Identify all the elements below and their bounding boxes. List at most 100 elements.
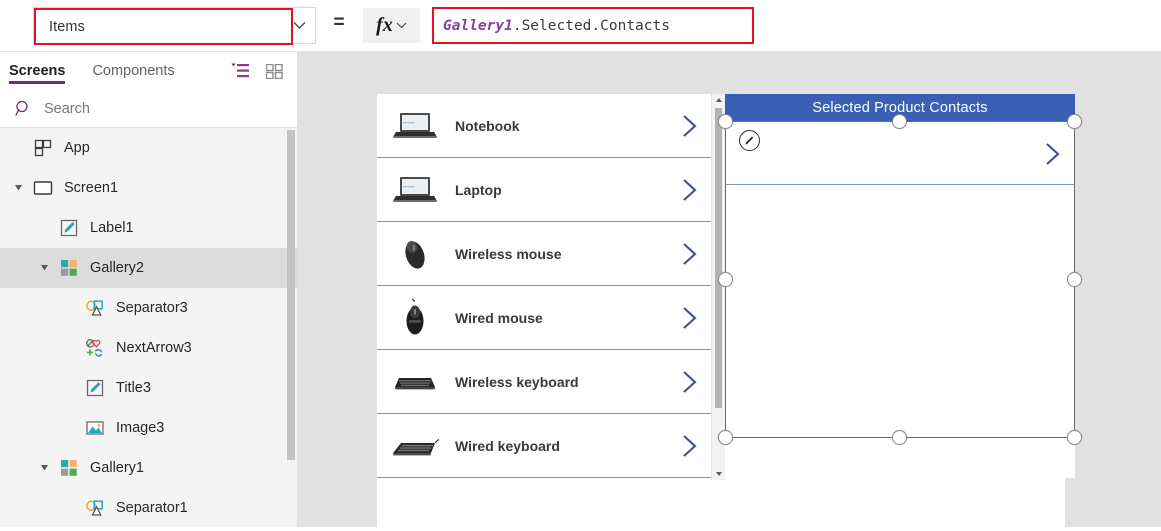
tree-twisty-expanded-icon[interactable] — [38, 461, 52, 475]
chevron-right-icon[interactable] — [680, 241, 700, 267]
app-screen: Notebook Laptop Wireless mouse Wired mouse W… — [377, 94, 1082, 531]
product-name-label: Notebook — [455, 117, 520, 134]
product-name-label: Wireless keyboard — [455, 373, 579, 390]
tree-item-label: Separator1 — [116, 500, 188, 516]
wired-keyboard-thumb — [387, 424, 443, 468]
tree-item-label: Separator3 — [116, 300, 188, 316]
wireless-keyboard-thumb — [387, 360, 443, 404]
app-icon — [32, 137, 54, 159]
product-name-label: Laptop — [455, 181, 502, 198]
tree-item-label: Title3 — [116, 380, 151, 396]
chevron-right-icon[interactable] — [680, 369, 700, 395]
tree-item-title3[interactable]: Title3 — [0, 368, 297, 408]
product-gallery-row[interactable]: Wired mouse — [377, 286, 711, 350]
product-name-label: Wireless mouse — [455, 245, 562, 262]
scroll-down-arrow-icon[interactable] — [716, 472, 722, 476]
label-icon — [58, 217, 80, 239]
tree-item-gallery1[interactable]: Gallery1 — [0, 448, 297, 488]
product-name-label: Wired keyboard — [455, 437, 560, 454]
formula-input[interactable]: Gallery1 .Selected.Contacts — [432, 7, 754, 44]
tree-item-label: Gallery1 — [90, 460, 144, 476]
tab-components[interactable]: Components — [92, 52, 174, 90]
left-sidebar: Screens Components Search App Screen1 La… — [0, 52, 297, 527]
chevron-down-icon[interactable] — [292, 18, 307, 33]
formula-bar: Items = fx Gallery1 .Selected.Contacts — [0, 0, 1161, 52]
search-input[interactable]: Search — [44, 101, 90, 117]
tree-item-label: Screen1 — [64, 180, 119, 196]
contacts-gallery-body[interactable] — [725, 121, 1075, 478]
app-canvas: Notebook Laptop Wireless mouse Wired mouse W… — [297, 52, 1161, 531]
scroll-up-arrow-icon[interactable] — [716, 98, 722, 102]
sidebar-scrollbar[interactable] — [287, 130, 295, 527]
tree-item-screen1[interactable]: Screen1 — [0, 168, 297, 208]
product-gallery-row[interactable]: Wireless keyboard — [377, 350, 711, 414]
tree-item-separator3[interactable]: Separator3 — [0, 288, 297, 328]
chevron-right-icon[interactable] — [1043, 141, 1063, 167]
tree-item-separator1[interactable]: Separator1 — [0, 488, 297, 527]
chevron-down-icon[interactable] — [396, 20, 407, 32]
laptop-open-thumb — [387, 168, 443, 212]
search-icon — [15, 100, 32, 117]
tree-item-label: Gallery2 — [90, 260, 144, 276]
separator-icon — [84, 497, 106, 519]
contacts-gallery-header: Selected Product Contacts — [725, 94, 1075, 121]
sidebar-scrollbar-thumb[interactable] — [287, 130, 295, 460]
property-selector-value: Items — [49, 18, 85, 35]
formula-expression-rest: .Selected.Contacts — [512, 17, 670, 34]
property-selector-input[interactable]: Items — [34, 8, 293, 45]
tree-twisty-placeholder — [38, 221, 52, 235]
property-selector[interactable]: Items — [33, 7, 316, 45]
tree-item-app[interactable]: App — [0, 128, 297, 168]
tree-item-label: Label1 — [90, 220, 134, 236]
gallery-icon — [58, 457, 80, 479]
screens-tree: App Screen1 Label1 Gallery2 Separator3 NextAr… — [0, 128, 297, 527]
gallery-icon — [58, 257, 80, 279]
product-gallery[interactable]: Notebook Laptop Wireless mouse Wired mouse W… — [377, 94, 711, 480]
laptop-thumb — [387, 104, 443, 148]
tree-twisty-placeholder — [64, 381, 78, 395]
tree-twisty-placeholder — [64, 301, 78, 315]
equals-sign: = — [333, 12, 345, 33]
nextarrow-icon — [84, 337, 106, 359]
tree-item-image3[interactable]: Image3 — [0, 408, 297, 448]
product-gallery-scroll-thumb[interactable] — [715, 108, 722, 408]
chevron-right-icon[interactable] — [680, 433, 700, 459]
tree-twisty-placeholder — [64, 501, 78, 515]
contacts-gallery[interactable]: Selected Product Contacts — [718, 94, 1082, 480]
pencil-icon[interactable] — [739, 130, 760, 151]
wireless-mouse-thumb — [387, 232, 443, 276]
grid-view-icon[interactable] — [265, 63, 283, 80]
tree-twisty-placeholder — [12, 141, 26, 155]
chevron-right-icon[interactable] — [680, 113, 700, 139]
chevron-right-icon[interactable] — [680, 177, 700, 203]
chevron-right-icon[interactable] — [680, 305, 700, 331]
product-name-label: Wired mouse — [455, 309, 543, 326]
tree-twisty-placeholder — [64, 341, 78, 355]
tab-screens[interactable]: Screens — [9, 52, 66, 90]
product-gallery-row[interactable]: Wired keyboard — [377, 414, 711, 478]
search-bar[interactable]: Search — [0, 90, 297, 128]
product-gallery-scrollbar[interactable] — [711, 94, 725, 480]
tree-item-label: Image3 — [116, 420, 165, 436]
product-gallery-row[interactable]: Notebook — [377, 94, 711, 158]
tree-view-icon[interactable] — [231, 63, 249, 79]
tree-item-nextarrow3[interactable]: NextArrow3 — [0, 328, 297, 368]
formula-identifier: Gallery1 — [443, 17, 513, 34]
tree-twisty-expanded-icon[interactable] — [38, 261, 52, 275]
sidebar-tab-bar: Screens Components — [0, 52, 297, 90]
label-icon — [84, 377, 106, 399]
tree-twisty-placeholder — [64, 421, 78, 435]
contacts-gallery-title: Selected Product Contacts — [812, 99, 988, 116]
fx-button[interactable]: fx — [363, 8, 420, 43]
tree-item-label: App — [64, 140, 90, 156]
wired-mouse-thumb — [387, 296, 443, 340]
separator-icon — [84, 297, 106, 319]
image-icon — [84, 417, 106, 439]
tree-twisty-expanded-icon[interactable] — [12, 181, 26, 195]
product-gallery-row[interactable]: Wireless mouse — [377, 222, 711, 286]
fx-icon: fx — [376, 14, 393, 36]
tree-item-gallery2[interactable]: Gallery2 — [0, 248, 297, 288]
tree-item-label1[interactable]: Label1 — [0, 208, 297, 248]
contacts-gallery-row[interactable] — [725, 121, 1075, 185]
product-gallery-row[interactable]: Laptop — [377, 158, 711, 222]
